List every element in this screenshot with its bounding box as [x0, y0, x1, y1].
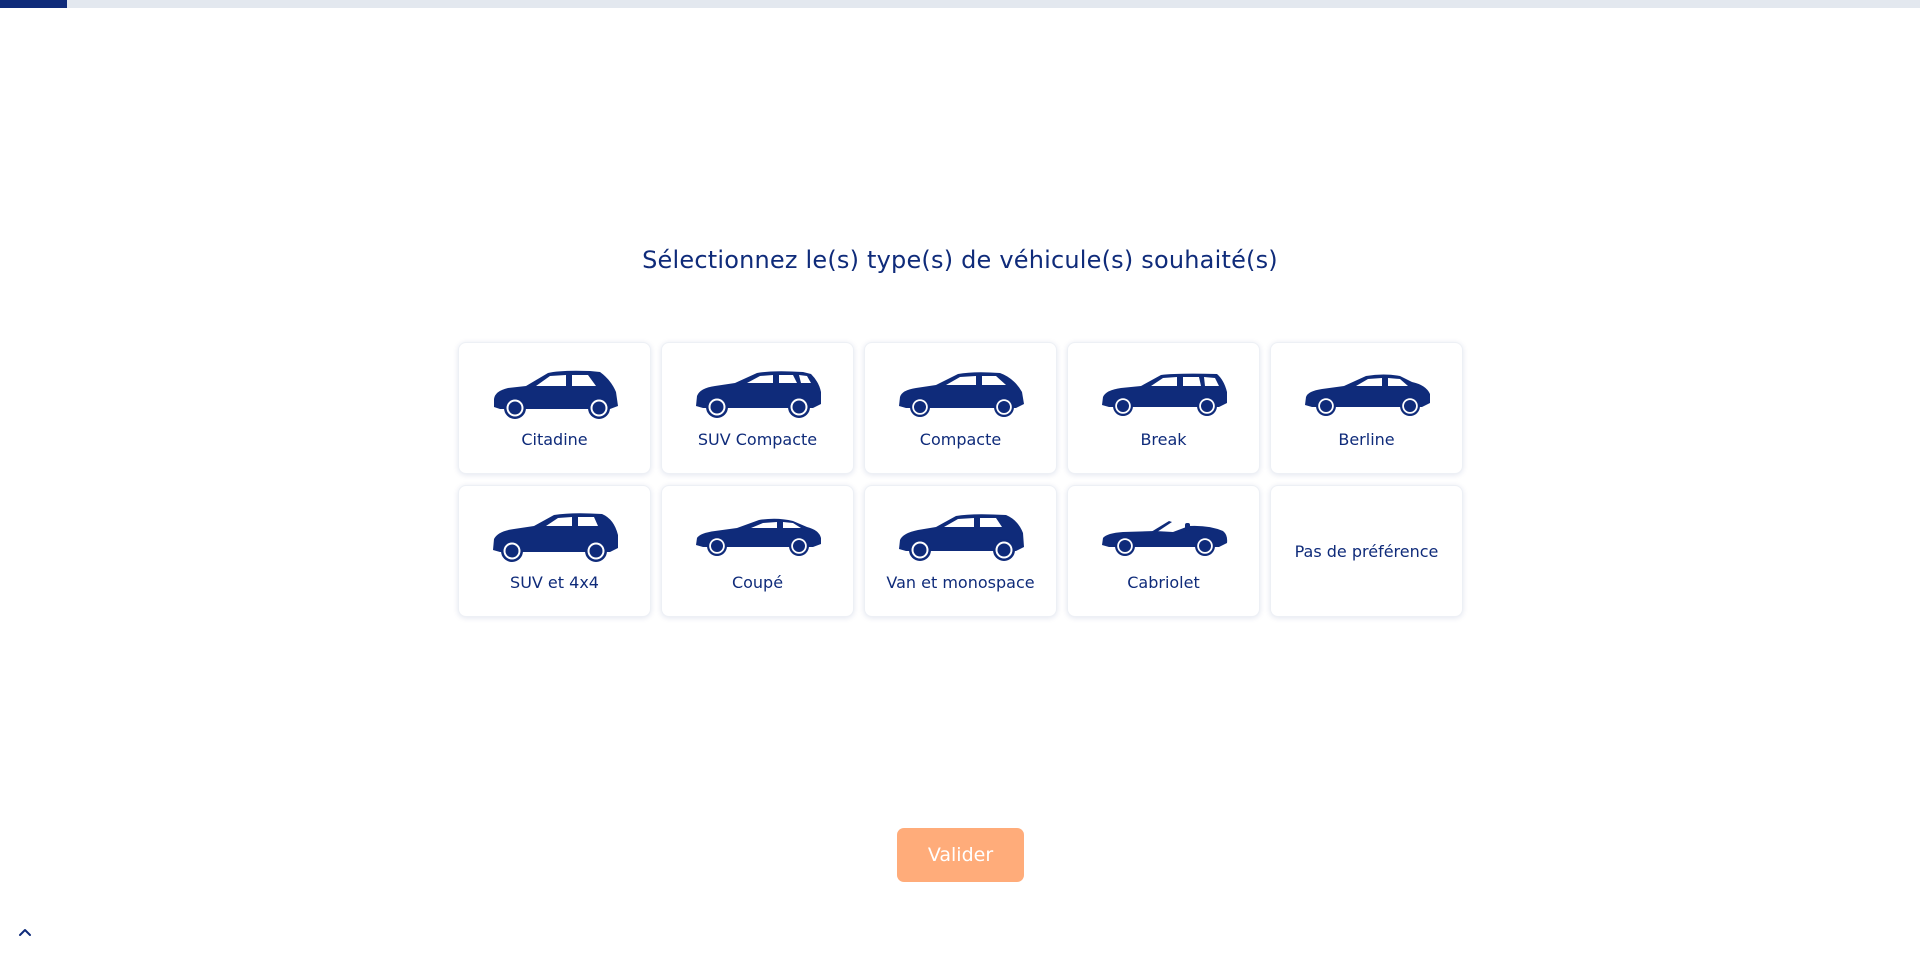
vehicle-option-compacte[interactable]: Compacte — [864, 342, 1057, 474]
vehicle-option-label: Pas de préférence — [1294, 541, 1439, 561]
minivan-icon — [896, 511, 1026, 563]
vehicle-option-label: Cabriolet — [1127, 572, 1200, 592]
vehicle-option-citadine[interactable]: Citadine — [458, 342, 651, 474]
scroll-to-top-button[interactable] — [14, 920, 36, 942]
vehicle-option-coupe[interactable]: Coupé — [661, 485, 854, 617]
convertible-car-icon — [1099, 511, 1229, 563]
vehicle-option-label: Berline — [1338, 429, 1395, 449]
coupe-car-icon — [693, 511, 823, 563]
vehicle-option-label: Break — [1140, 429, 1187, 449]
vehicle-option-berline[interactable]: Berline — [1270, 342, 1463, 474]
vehicle-type-grid: Citadine SUV Compacte Compacte Break Ber… — [458, 342, 1464, 617]
progress-bar — [0, 0, 1920, 8]
compact-car-icon — [896, 368, 1026, 420]
vehicle-option-cabriolet[interactable]: Cabriolet — [1067, 485, 1260, 617]
compact-suv-icon — [693, 368, 823, 420]
vehicle-option-label: SUV et 4x4 — [510, 572, 599, 592]
vehicle-option-suv-4x4[interactable]: SUV et 4x4 — [458, 485, 651, 617]
vehicle-option-van-monospace[interactable]: Van et monospace — [864, 485, 1057, 617]
station-wagon-icon — [1099, 368, 1229, 420]
vehicle-option-label: Citadine — [521, 429, 588, 449]
vehicle-option-label: Van et monospace — [886, 572, 1035, 592]
vehicle-option-label: SUV Compacte — [697, 429, 818, 449]
hatchback-car-icon — [490, 368, 620, 420]
chevron-up-icon — [18, 922, 32, 941]
suv-4x4-icon — [490, 511, 620, 563]
vehicle-option-label: Coupé — [731, 572, 784, 592]
vehicle-option-break[interactable]: Break — [1067, 342, 1260, 474]
vehicle-option-label: Compacte — [919, 429, 1002, 449]
sedan-car-icon — [1302, 368, 1432, 420]
page-title: Sélectionnez le(s) type(s) de véhicule(s… — [642, 246, 1278, 274]
progress-bar-fill — [0, 0, 68, 8]
vehicle-option-suv-compacte[interactable]: SUV Compacte — [661, 342, 854, 474]
vehicle-option-no-preference[interactable]: Pas de préférence — [1270, 485, 1463, 617]
validate-button[interactable]: Valider — [897, 828, 1024, 882]
